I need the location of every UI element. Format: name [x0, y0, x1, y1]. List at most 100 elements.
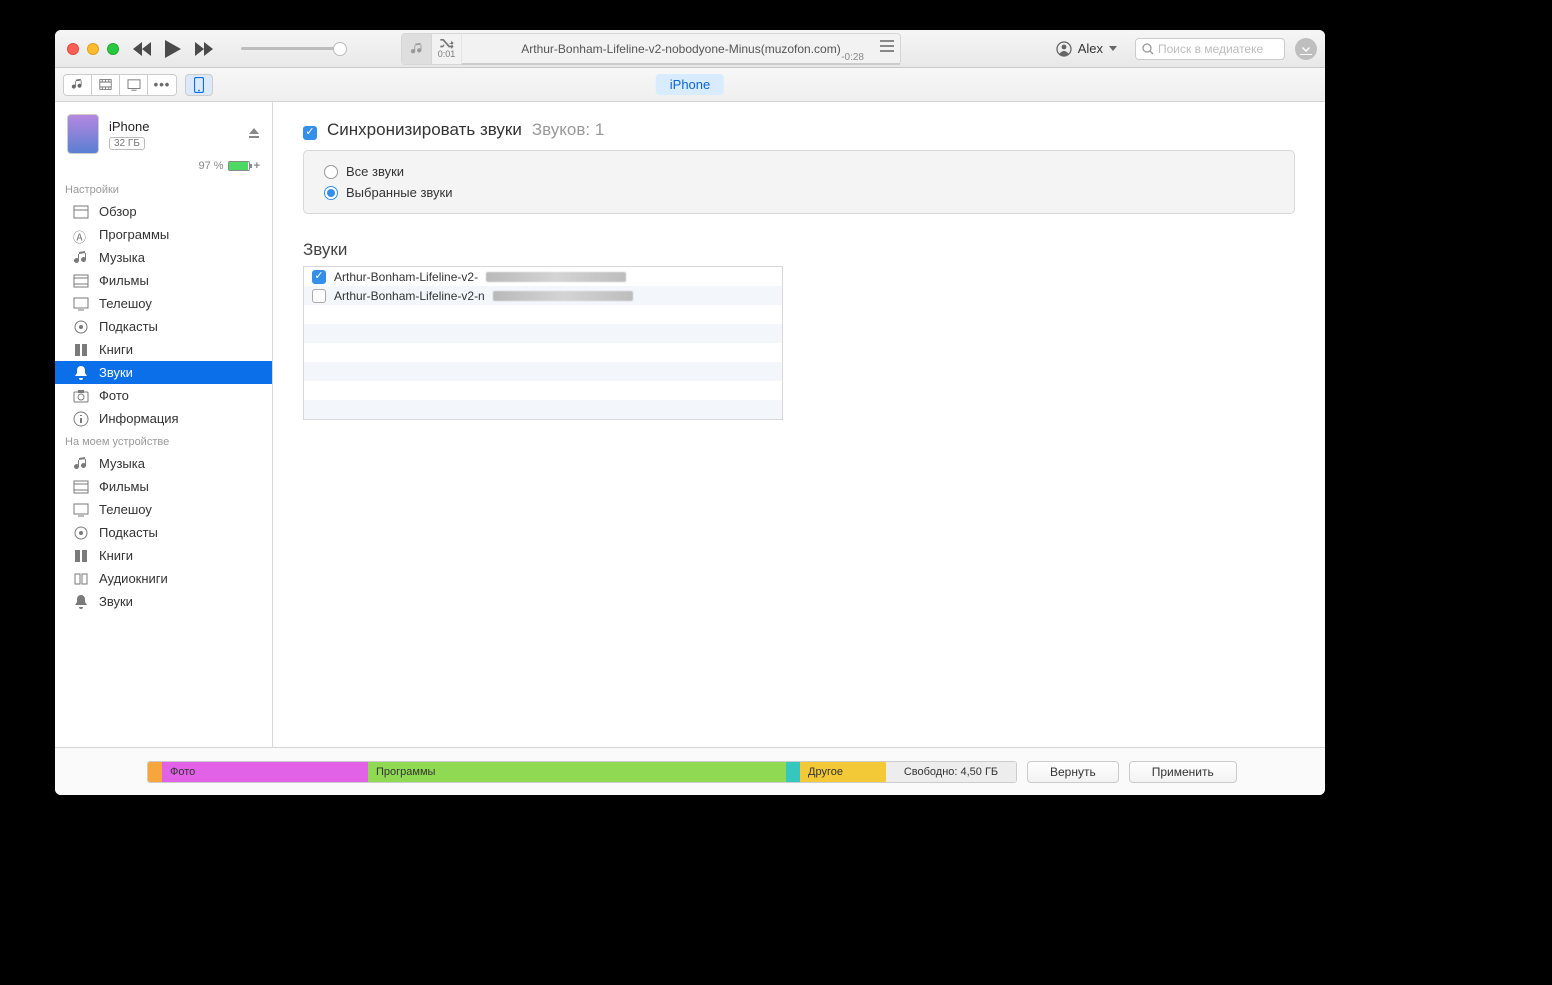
- now-playing-widget: 0:01 Arthur-Bonham-Lifeline-v2-nobodyone…: [401, 33, 901, 65]
- list-item: [304, 305, 782, 324]
- movies-source-icon[interactable]: [92, 75, 120, 95]
- sidebar-item-label: Звуки: [99, 594, 133, 609]
- device-thumbnail-icon: [67, 114, 99, 154]
- sidebar-item-label: Фильмы: [99, 479, 149, 494]
- apply-button[interactable]: Применить: [1129, 761, 1237, 783]
- list-item[interactable]: Arthur-Bonham-Lifeline-v2-: [304, 267, 782, 286]
- now-playing-title: Arthur-Bonham-Lifeline-v2-nobodyone-Minu…: [462, 42, 900, 56]
- redacted-label: [486, 272, 626, 282]
- radio-all-tones[interactable]: Все звуки: [324, 161, 1274, 182]
- eject-icon[interactable]: [248, 127, 260, 142]
- radio-label: Все звуки: [346, 164, 404, 179]
- sidebar-item-tv[interactable]: Телешоу: [55, 292, 272, 315]
- sidebar-item-overview[interactable]: Обзор: [55, 200, 272, 223]
- sidebar-item-info[interactable]: Информация: [55, 407, 272, 430]
- list-header: Звуки: [303, 240, 1295, 260]
- section-header-ondevice: На моем устройстве: [55, 430, 272, 452]
- footer: Фото Программы Другое Свободно: 4,50 ГБ …: [55, 747, 1325, 795]
- storage-seg-photo: Фото: [162, 762, 368, 782]
- account-menu[interactable]: Alex: [1048, 41, 1125, 57]
- sidebar-item-label: Телешоу: [99, 502, 152, 517]
- progress-track[interactable]: [462, 63, 900, 65]
- device-button[interactable]: [185, 74, 213, 96]
- queue-icon[interactable]: [880, 40, 894, 55]
- close-icon[interactable]: [67, 43, 79, 55]
- list-item-label: Arthur-Bonham-Lifeline-v2-: [334, 270, 478, 284]
- volume-slider[interactable]: [241, 47, 341, 50]
- titlebar: 0:01 Arthur-Bonham-Lifeline-v2-nobodyone…: [55, 30, 1325, 68]
- device-header[interactable]: iPhone 32 ГБ: [55, 106, 272, 160]
- now-playing-elapsed: 0:01: [438, 49, 456, 59]
- sidebar-item-photos[interactable]: Фото: [55, 384, 272, 407]
- radio-label: Выбранные звуки: [346, 185, 453, 200]
- ondevice-item-movies[interactable]: Фильмы: [55, 475, 272, 498]
- list-item[interactable]: Arthur-Bonham-Lifeline-v2-n: [304, 286, 782, 305]
- list-item-label: Arthur-Bonham-Lifeline-v2-n: [334, 289, 485, 303]
- sync-count: Звуков: 1: [532, 120, 604, 140]
- sidebar-item-label: Музыка: [99, 456, 145, 471]
- now-playing-remaining: -0:28: [841, 52, 864, 63]
- user-icon: [1056, 41, 1072, 57]
- battery-percent: 97 %: [198, 160, 223, 172]
- list-item: [304, 362, 782, 381]
- radio-selected-tones[interactable]: Выбранные звуки: [324, 182, 1274, 203]
- tv-source-icon[interactable]: [120, 75, 148, 95]
- sidebar-item-label: Фото: [99, 388, 129, 403]
- music-source-icon[interactable]: [64, 75, 92, 95]
- device-name: iPhone: [109, 119, 149, 134]
- sidebar-item-label: Программы: [99, 227, 169, 242]
- list-item: [304, 324, 782, 343]
- sidebar-item-label: Книги: [99, 342, 133, 357]
- storage-seg-docs: [786, 762, 800, 782]
- sidebar-item-music[interactable]: Музыка: [55, 246, 272, 269]
- itunes-window: 0:01 Arthur-Bonham-Lifeline-v2-nobodyone…: [55, 30, 1325, 795]
- sync-checkbox[interactable]: [303, 126, 317, 140]
- storage-seg-programs: Программы: [368, 762, 786, 782]
- ondevice-item-audiobooks[interactable]: Аудиокниги: [55, 567, 272, 590]
- search-input[interactable]: Поиск в медиатеке: [1135, 38, 1285, 60]
- next-icon[interactable]: [195, 42, 213, 56]
- options-box: Все звуки Выбранные звуки: [303, 150, 1295, 214]
- sidebar-item-label: Подкасты: [99, 525, 158, 540]
- sync-title: Синхронизировать звуки: [327, 120, 522, 140]
- storage-label: Другое: [808, 766, 843, 778]
- section-header-settings: Настройки: [55, 178, 272, 200]
- shuffle-icon[interactable]: 0:01: [432, 34, 462, 64]
- sidebar-item-label: Книги: [99, 548, 133, 563]
- ondevice-item-tones[interactable]: Звуки: [55, 590, 272, 613]
- list-item: [304, 381, 782, 400]
- sidebar-item-books[interactable]: Книги: [55, 338, 272, 361]
- device-capacity: 32 ГБ: [109, 137, 145, 150]
- sidebar-item-label: Обзор: [99, 204, 137, 219]
- sidebar-item-apps[interactable]: ⒶПрограммы: [55, 223, 272, 246]
- row-checkbox[interactable]: [312, 289, 326, 303]
- list-item: [304, 400, 782, 419]
- redacted-label: [493, 291, 633, 301]
- add-icon[interactable]: +: [254, 160, 260, 172]
- more-source-icon[interactable]: •••: [148, 75, 176, 95]
- storage-seg-other: Другое: [800, 762, 886, 782]
- row-checkbox[interactable]: [312, 270, 326, 284]
- ondevice-item-books[interactable]: Книги: [55, 544, 272, 567]
- sidebar-item-tones[interactable]: Звуки: [55, 361, 272, 384]
- window-controls: [67, 43, 119, 55]
- storage-label: Фото: [170, 766, 195, 778]
- tab-iphone[interactable]: iPhone: [656, 74, 724, 95]
- downloads-icon[interactable]: [1295, 38, 1317, 60]
- ondevice-item-music[interactable]: Музыка: [55, 452, 272, 475]
- ondevice-item-tv[interactable]: Телешоу: [55, 498, 272, 521]
- sidebar-item-movies[interactable]: Фильмы: [55, 269, 272, 292]
- zoom-icon[interactable]: [107, 43, 119, 55]
- phone-icon: [194, 77, 204, 93]
- sidebar-item-podcasts[interactable]: Подкасты: [55, 315, 272, 338]
- playback-controls: [133, 40, 341, 58]
- content-pane: Синхронизировать звуки Звуков: 1 Все зву…: [273, 102, 1325, 747]
- minimize-icon[interactable]: [87, 43, 99, 55]
- ondevice-item-podcasts[interactable]: Подкасты: [55, 521, 272, 544]
- play-icon[interactable]: [165, 40, 181, 58]
- sidebar-item-label: Подкасты: [99, 319, 158, 334]
- storage-label: Свободно: 4,50 ГБ: [904, 766, 998, 778]
- revert-button[interactable]: Вернуть: [1027, 761, 1119, 783]
- album-art-icon: [402, 34, 432, 64]
- previous-icon[interactable]: [133, 42, 151, 56]
